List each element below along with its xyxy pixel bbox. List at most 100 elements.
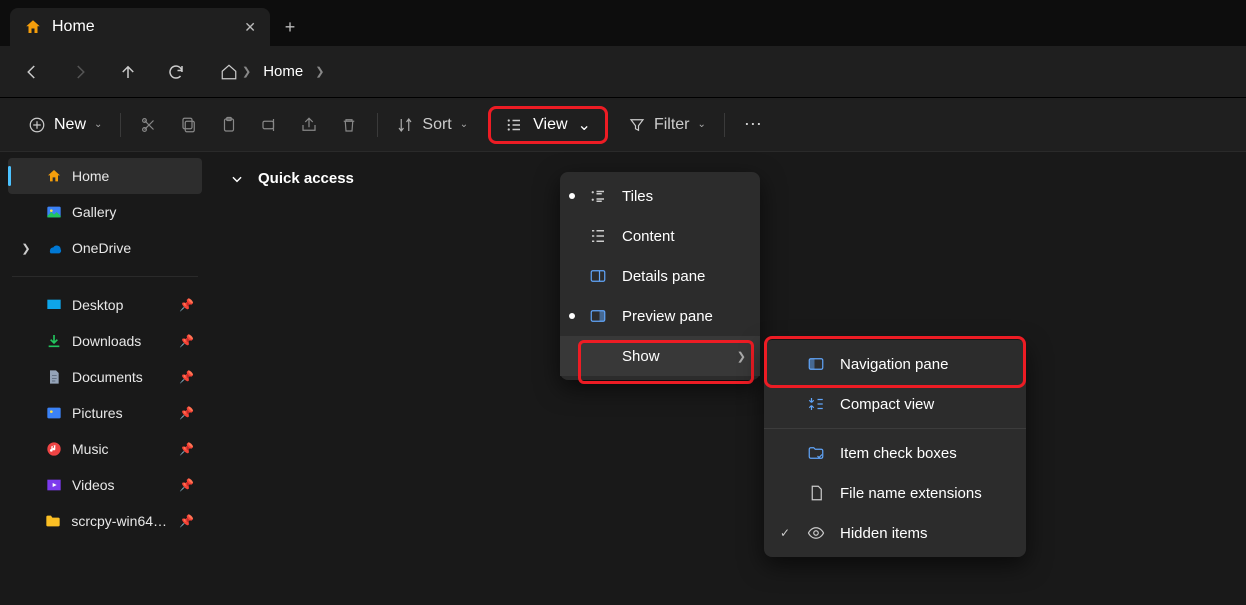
chevron-down-icon: ⌄: [698, 119, 706, 130]
separator: [377, 113, 378, 137]
pin-icon: 📌: [179, 478, 194, 492]
menu-label: Details pane: [622, 268, 746, 285]
menu-item-content[interactable]: Content: [560, 216, 760, 256]
pin-icon: 📌: [179, 442, 194, 456]
sidebar-label: Music: [72, 441, 109, 457]
sidebar-label: Documents: [72, 369, 143, 385]
sidebar-label: Home: [72, 168, 109, 184]
sidebar-item-documents[interactable]: Documents 📌: [8, 359, 202, 395]
music-icon: [46, 441, 62, 457]
sort-button[interactable]: Sort ⌄: [386, 107, 478, 143]
preview-pane-icon: [588, 307, 608, 325]
navigation-pane: Home Gallery ❯ OneDrive Desktop 📌 Downlo…: [0, 152, 210, 605]
share-button[interactable]: [289, 107, 329, 143]
new-label: New: [54, 116, 86, 134]
checkbox-folder-icon: [806, 444, 826, 462]
sidebar-label: OneDrive: [72, 240, 131, 256]
new-button[interactable]: New ⌄: [18, 107, 112, 143]
menu-item-item-check-boxes[interactable]: Item check boxes: [764, 433, 1026, 473]
downloads-icon: [46, 333, 62, 349]
toolbar: New ⌄ Sort ⌄ View ⌄ Filter ⌄ ⋯: [0, 98, 1246, 152]
content-icon: [588, 227, 608, 245]
gallery-icon: [46, 204, 62, 220]
up-button[interactable]: [104, 48, 152, 96]
menu-divider: [764, 428, 1026, 429]
address-bar[interactable]: ❯ Home ❯: [212, 54, 332, 90]
sidebar-item-folder[interactable]: scrcpy-win64-v2 📌: [8, 503, 202, 539]
menu-item-preview-pane[interactable]: Preview pane: [560, 296, 760, 336]
chevron-down-icon: ⌄: [460, 119, 468, 130]
chevron-down-icon: [230, 172, 244, 186]
forward-button[interactable]: [56, 48, 104, 96]
home-icon: [46, 168, 62, 184]
menu-label: Item check boxes: [840, 445, 1012, 462]
menu-label: Navigation pane: [840, 356, 1012, 373]
chevron-right-icon: ❯: [737, 350, 746, 363]
menu-label: Hidden items: [840, 525, 1012, 542]
pin-icon: 📌: [179, 370, 194, 384]
videos-icon: [46, 477, 62, 493]
pin-icon: 📌: [179, 514, 194, 528]
menu-label: Content: [622, 228, 746, 245]
menu-label: File name extensions: [840, 485, 1012, 502]
back-button[interactable]: [8, 48, 56, 96]
documents-icon: [46, 369, 62, 385]
menu-item-navigation-pane[interactable]: Navigation pane: [764, 344, 1026, 384]
filter-icon: [628, 116, 646, 134]
menu-item-hidden-items[interactable]: ✓ Hidden items: [764, 513, 1026, 553]
cut-button[interactable]: [129, 107, 169, 143]
menu-item-tiles[interactable]: Tiles: [560, 176, 760, 216]
copy-button[interactable]: [169, 107, 209, 143]
menu-item-compact-view[interactable]: Compact view: [764, 384, 1026, 424]
rename-button[interactable]: [249, 107, 289, 143]
view-button[interactable]: View ⌄: [488, 106, 608, 144]
tab-strip: Home ✕ +: [0, 0, 1246, 46]
sidebar-label: Videos: [72, 477, 115, 493]
chevron-right-icon: ❯: [242, 65, 251, 78]
folder-icon: [45, 513, 61, 529]
menu-label: Compact view: [840, 396, 1012, 413]
close-tab-button[interactable]: ✕: [244, 19, 256, 36]
sidebar-label: Downloads: [72, 333, 141, 349]
sidebar-item-music[interactable]: Music 📌: [8, 431, 202, 467]
sidebar-item-onedrive[interactable]: ❯ OneDrive: [8, 230, 202, 266]
file-icon: [806, 484, 826, 502]
sidebar-label: scrcpy-win64-v2: [71, 513, 169, 529]
pin-icon: 📌: [179, 334, 194, 348]
sidebar-item-desktop[interactable]: Desktop 📌: [8, 287, 202, 323]
breadcrumb-home[interactable]: Home: [255, 61, 311, 82]
tiles-icon: [588, 187, 608, 205]
menu-label: Tiles: [622, 188, 746, 205]
sidebar-item-pictures[interactable]: Pictures 📌: [8, 395, 202, 431]
filter-button[interactable]: Filter ⌄: [618, 107, 716, 143]
selected-dot-icon: [569, 313, 575, 319]
sidebar-item-videos[interactable]: Videos 📌: [8, 467, 202, 503]
sidebar-item-downloads[interactable]: Downloads 📌: [8, 323, 202, 359]
tab-home[interactable]: Home ✕: [10, 8, 270, 46]
selected-dot-icon: [569, 193, 575, 199]
delete-button[interactable]: [329, 107, 369, 143]
view-icon: [505, 116, 523, 134]
paste-button[interactable]: [209, 107, 249, 143]
view-label: View: [533, 116, 567, 134]
new-tab-button[interactable]: +: [270, 8, 310, 46]
tab-title: Home: [52, 18, 95, 36]
check-icon: ✓: [778, 526, 792, 540]
sidebar-item-home[interactable]: Home: [8, 158, 202, 194]
filter-label: Filter: [654, 116, 690, 134]
chevron-down-icon: ⌄: [578, 115, 591, 135]
details-pane-icon: [588, 267, 608, 285]
menu-item-show[interactable]: Show ❯: [560, 336, 760, 376]
sidebar-item-gallery[interactable]: Gallery: [8, 194, 202, 230]
more-button[interactable]: ⋯: [733, 107, 773, 143]
refresh-button[interactable]: [152, 48, 200, 96]
chevron-right-icon[interactable]: ❯: [16, 242, 36, 255]
sidebar-label: Pictures: [72, 405, 123, 421]
sort-label: Sort: [422, 116, 451, 134]
menu-label: Show: [622, 348, 723, 365]
separator: [120, 113, 121, 137]
menu-item-details-pane[interactable]: Details pane: [560, 256, 760, 296]
home-icon: [24, 18, 42, 36]
menu-item-file-extensions[interactable]: File name extensions: [764, 473, 1026, 513]
onedrive-icon: [46, 240, 62, 256]
